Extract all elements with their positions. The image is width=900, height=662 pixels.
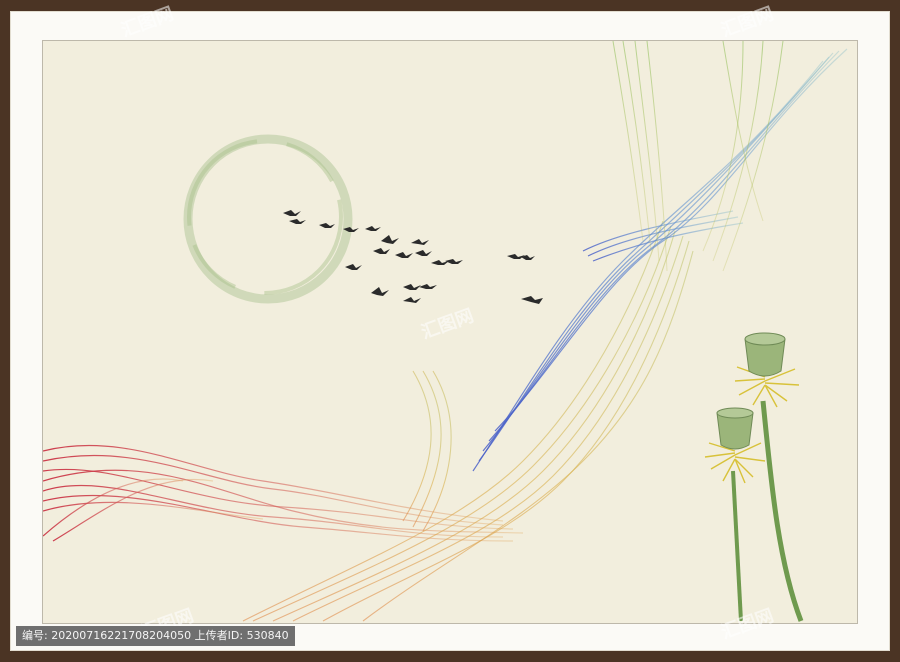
lotus-seed-pods bbox=[704, 332, 804, 622]
ink-circle bbox=[183, 134, 353, 304]
image-id-caption: 编号: 20200716221708204050 上传者ID: 530840 bbox=[16, 626, 295, 646]
artwork-canvas bbox=[42, 40, 858, 624]
flock-of-birds bbox=[283, 210, 543, 304]
green-ribbon bbox=[612, 41, 784, 272]
artwork-svg bbox=[43, 41, 848, 622]
gold-ribbon bbox=[242, 220, 694, 622]
